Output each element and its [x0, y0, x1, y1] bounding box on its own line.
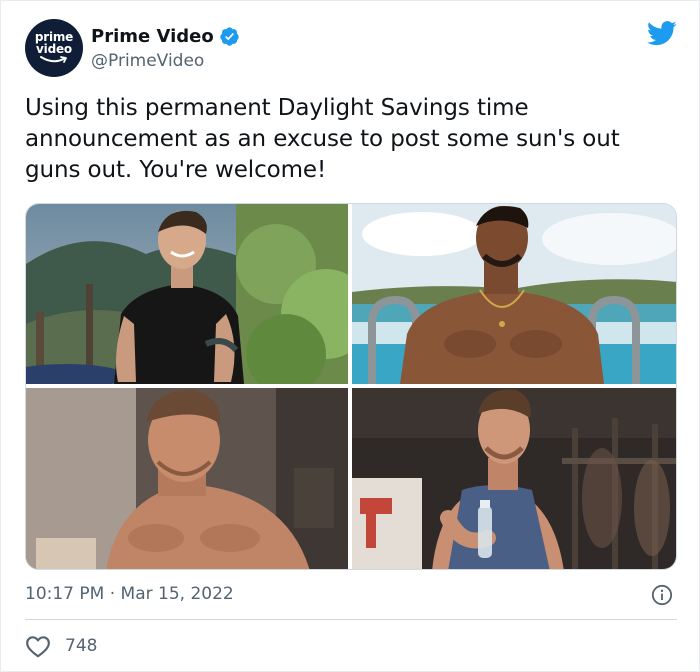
photo-top-left[interactable]: [26, 204, 348, 384]
account-handle[interactable]: @PrimeVideo: [91, 51, 204, 71]
like-count: 748: [65, 636, 98, 656]
avatar[interactable]: prime video: [25, 19, 83, 77]
photo-bottom-right[interactable]: [352, 388, 676, 569]
photo-top-right[interactable]: [352, 204, 676, 384]
tweet-card: prime video Prime Video @PrimeVideo Usin…: [0, 0, 700, 672]
prime-smile-icon: [40, 56, 67, 63]
twitter-bird-icon[interactable]: [647, 21, 677, 46]
name-row: Prime Video: [91, 23, 240, 49]
tweet-timestamp[interactable]: 10:17 PM · Mar 15, 2022: [25, 584, 234, 604]
avatar-logo-text: prime video: [34, 30, 74, 56]
info-icon[interactable]: [651, 584, 673, 606]
media-grid: [25, 203, 677, 570]
tweet-header: prime video Prime Video @PrimeVideo: [25, 19, 677, 81]
divider: [25, 619, 677, 620]
like-stat[interactable]: 748: [25, 633, 97, 659]
verified-badge-icon: [220, 26, 239, 46]
heart-icon[interactable]: [25, 634, 51, 658]
display-name[interactable]: Prime Video: [91, 26, 214, 47]
photo-bottom-left[interactable]: [26, 388, 348, 569]
tweet-text: Using this permanent Daylight Savings ti…: [25, 95, 620, 183]
